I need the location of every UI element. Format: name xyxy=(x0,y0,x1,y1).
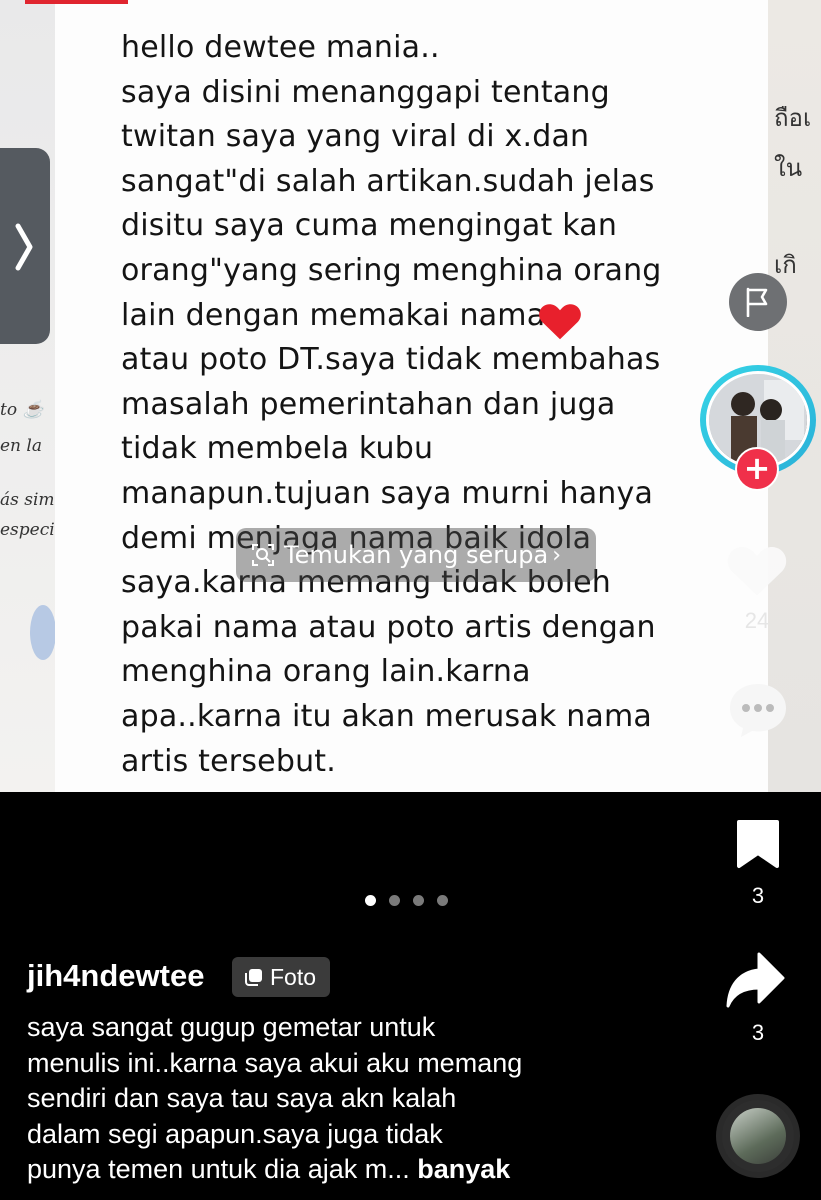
follow-plus-button[interactable]: + xyxy=(735,447,779,491)
previous-photo-peek: to ☕ en la ás sim especi xyxy=(0,0,56,792)
decorative-blob xyxy=(30,605,56,660)
left-fragment: especi xyxy=(0,520,55,540)
report-flag-icon xyxy=(746,287,768,317)
comment-button[interactable] xyxy=(726,680,790,744)
bookmark-icon xyxy=(737,820,779,868)
note-text: hello dewtee mania.. saya disini menangg… xyxy=(121,30,662,779)
top-indicator-bar xyxy=(25,0,128,4)
author-username[interactable]: jih4ndewtee xyxy=(27,958,204,994)
chevron-right-icon: › xyxy=(552,542,562,568)
carousel-dot[interactable] xyxy=(389,895,400,906)
save-button[interactable] xyxy=(735,818,781,874)
carousel-indicator xyxy=(365,895,448,906)
photo-icon xyxy=(245,969,262,986)
heart-emoji-icon xyxy=(539,304,581,340)
music-disc[interactable] xyxy=(716,1094,800,1178)
see-more-link[interactable]: banyak xyxy=(417,1154,510,1184)
photo-badge-label: Foto xyxy=(270,963,317,990)
carousel-dot[interactable] xyxy=(437,895,448,906)
post-photo[interactable]: to ☕ en la ás sim especi ถือเ ใน เกิ hel… xyxy=(0,0,821,792)
right-fragment: ใน xyxy=(774,154,803,182)
carousel-dot[interactable] xyxy=(365,895,376,906)
find-similar-button[interactable]: Temukan yang serupa › xyxy=(236,528,596,582)
right-fragment: เกิ xyxy=(774,251,797,279)
chevron-right-icon xyxy=(15,223,33,271)
comment-icon xyxy=(730,684,786,737)
report-button[interactable] xyxy=(729,273,787,331)
save-count: 3 xyxy=(751,883,765,908)
heart-icon xyxy=(727,546,787,596)
music-disc-icon xyxy=(730,1108,786,1164)
left-fragment: to ☕ xyxy=(0,400,44,420)
share-count: 3 xyxy=(751,1020,765,1045)
note-card: hello dewtee mania.. saya disini menangg… xyxy=(55,0,768,792)
photo-badge: Foto xyxy=(232,957,331,997)
share-button[interactable] xyxy=(725,950,787,1014)
like-button[interactable] xyxy=(725,540,789,602)
like-count: 24 xyxy=(744,608,770,633)
left-fragment: en la xyxy=(0,436,42,456)
share-icon xyxy=(726,952,785,1008)
carousel-dot[interactable] xyxy=(413,895,424,906)
side-panel-tab[interactable] xyxy=(0,148,50,344)
search-similar-icon xyxy=(252,544,274,566)
right-fragment: ถือเ xyxy=(774,104,812,132)
plus-icon: + xyxy=(743,449,771,487)
post-caption[interactable]: saya sangat gugup gemetar untuk menulis … xyxy=(27,1010,687,1188)
find-similar-label: Temukan yang serupa xyxy=(284,541,549,569)
left-fragment: ás sim xyxy=(0,490,55,510)
